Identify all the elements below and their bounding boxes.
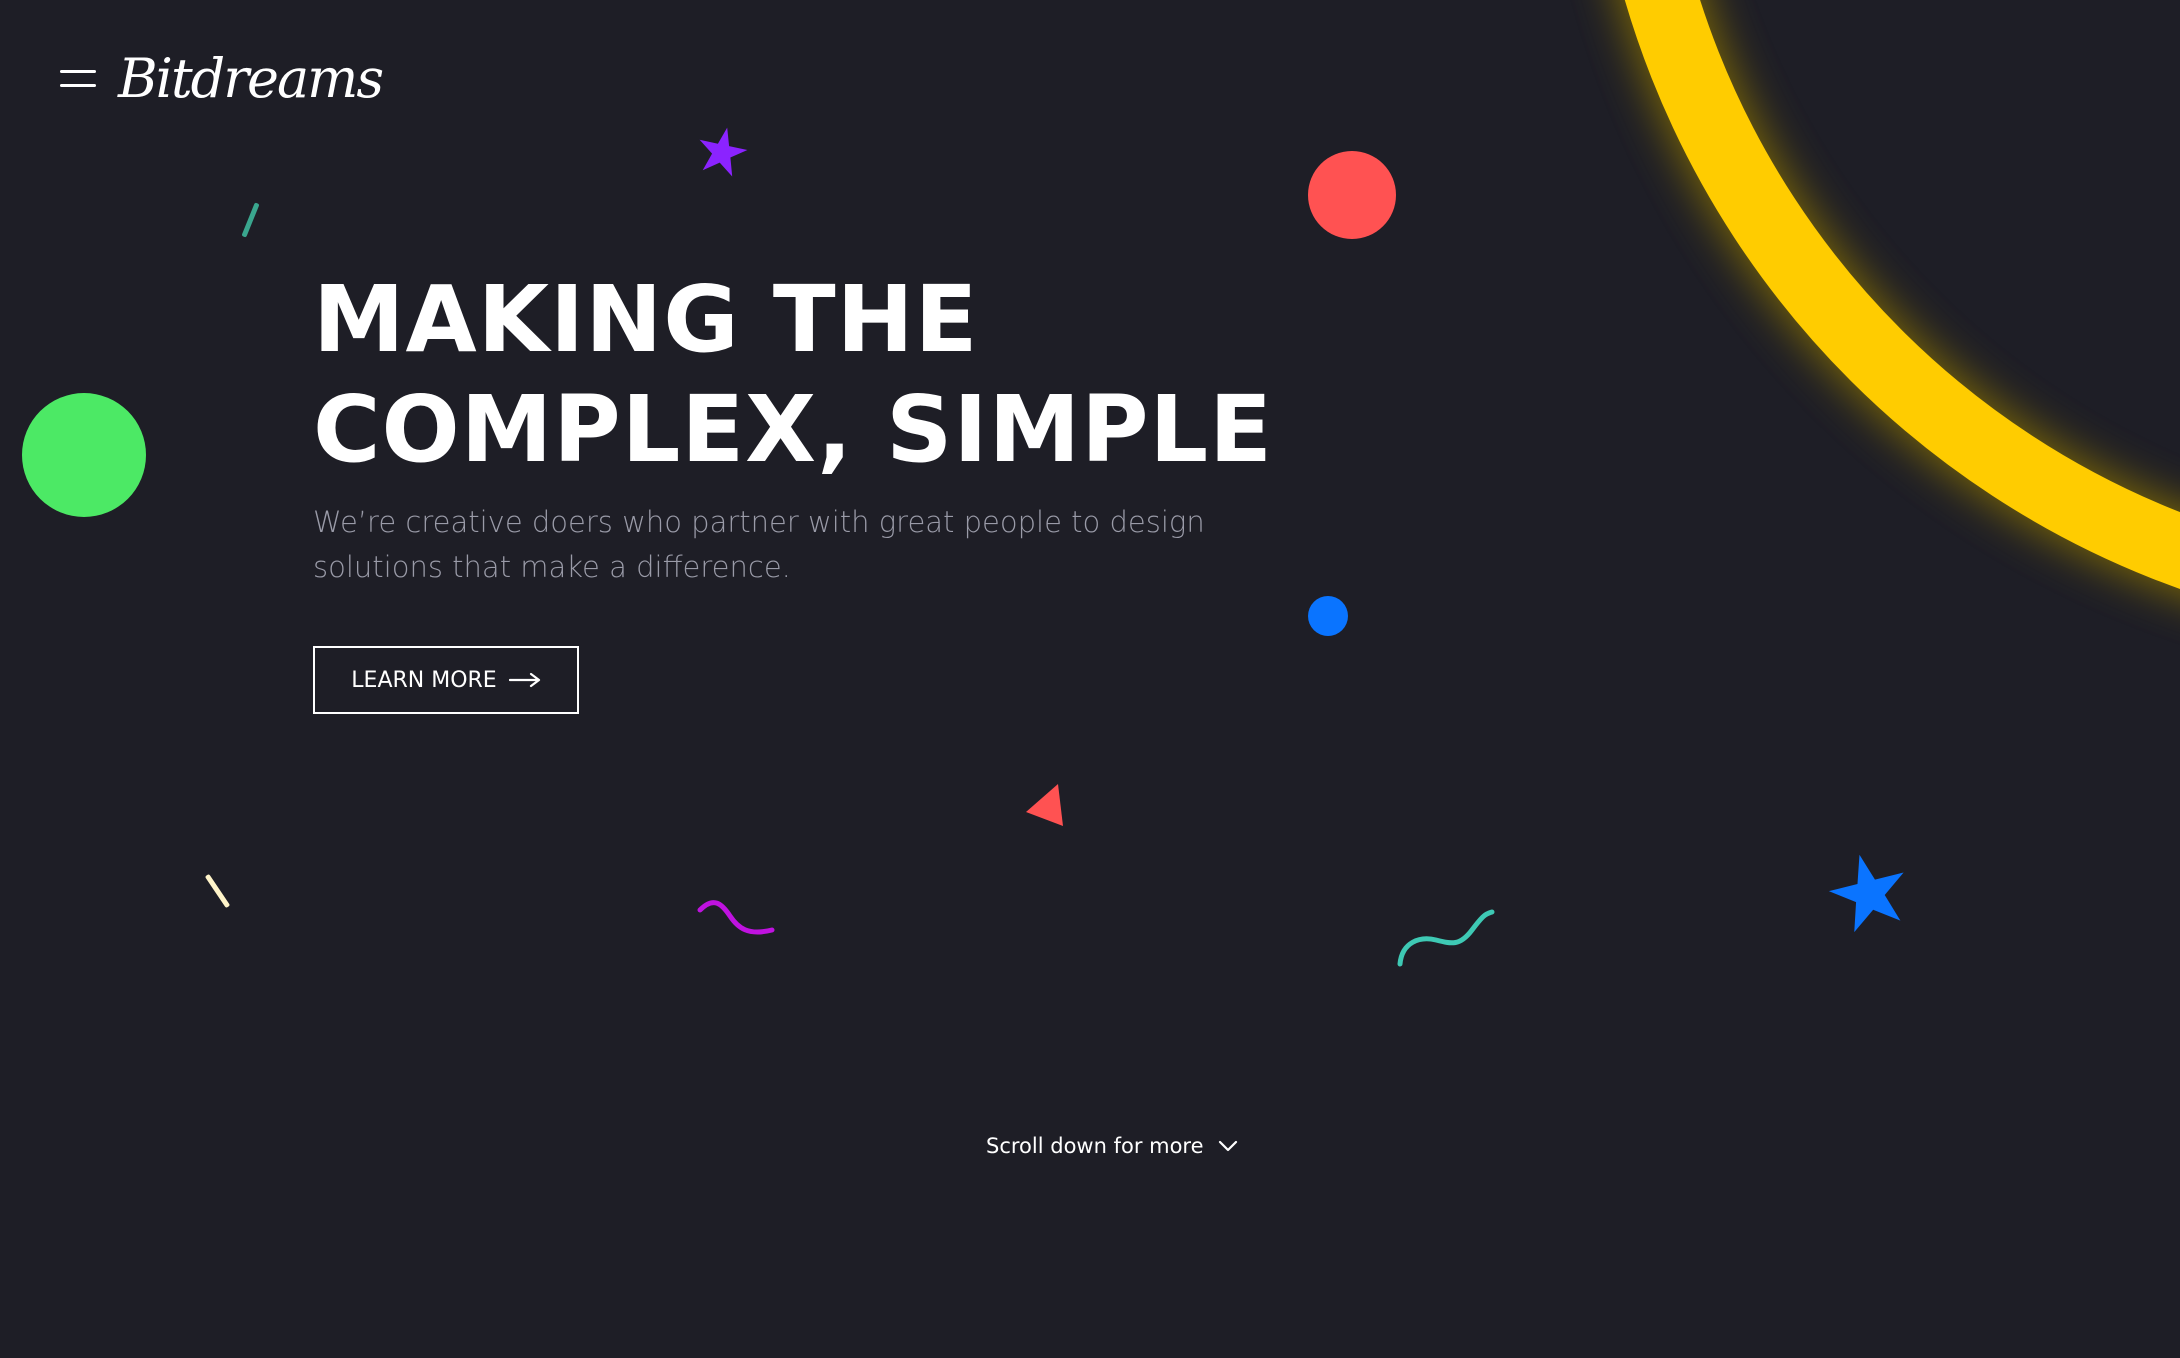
hero-subtitle: We’re creative doers who partner with gr…: [313, 500, 1213, 590]
arrow-right-icon: [508, 672, 540, 688]
chevron-down-icon: [1218, 1140, 1237, 1152]
hero-headline-line-2: COMPLEX, SIMPLE: [313, 376, 1274, 483]
blue-dot-decoration: [1308, 596, 1348, 636]
green-circle-decoration: [22, 393, 146, 517]
hero-subtitle-line-1: We’re creative doers who partner with gr…: [313, 505, 1205, 539]
brand-logo[interactable]: Bitdreams: [118, 46, 384, 112]
learn-more-button[interactable]: LEARN MORE: [313, 646, 579, 714]
red-circle-decoration: [1308, 151, 1396, 239]
hamburger-icon-bar-top: [60, 70, 96, 73]
hero-headline-line-1: MAKING THE: [313, 266, 979, 373]
hamburger-icon-bar-bottom: [60, 84, 96, 87]
blue-star-icon: [1828, 854, 1904, 933]
scroll-down-label: Scroll down for more: [986, 1134, 1204, 1158]
magenta-squiggle-decoration: [697, 900, 775, 935]
teal-squiggle-decoration: [1397, 909, 1495, 967]
hero-headline: MAKING THE COMPLEX, SIMPLE: [313, 265, 1273, 485]
hero-subtitle-line-2: solutions that make a difference.: [313, 550, 791, 584]
purple-star-icon: [699, 127, 748, 177]
scroll-down-link[interactable]: Scroll down for more: [986, 1134, 1238, 1158]
learn-more-label: LEARN MORE: [351, 667, 497, 693]
red-triangle-icon: [1026, 784, 1063, 826]
menu-button[interactable]: [60, 66, 96, 92]
